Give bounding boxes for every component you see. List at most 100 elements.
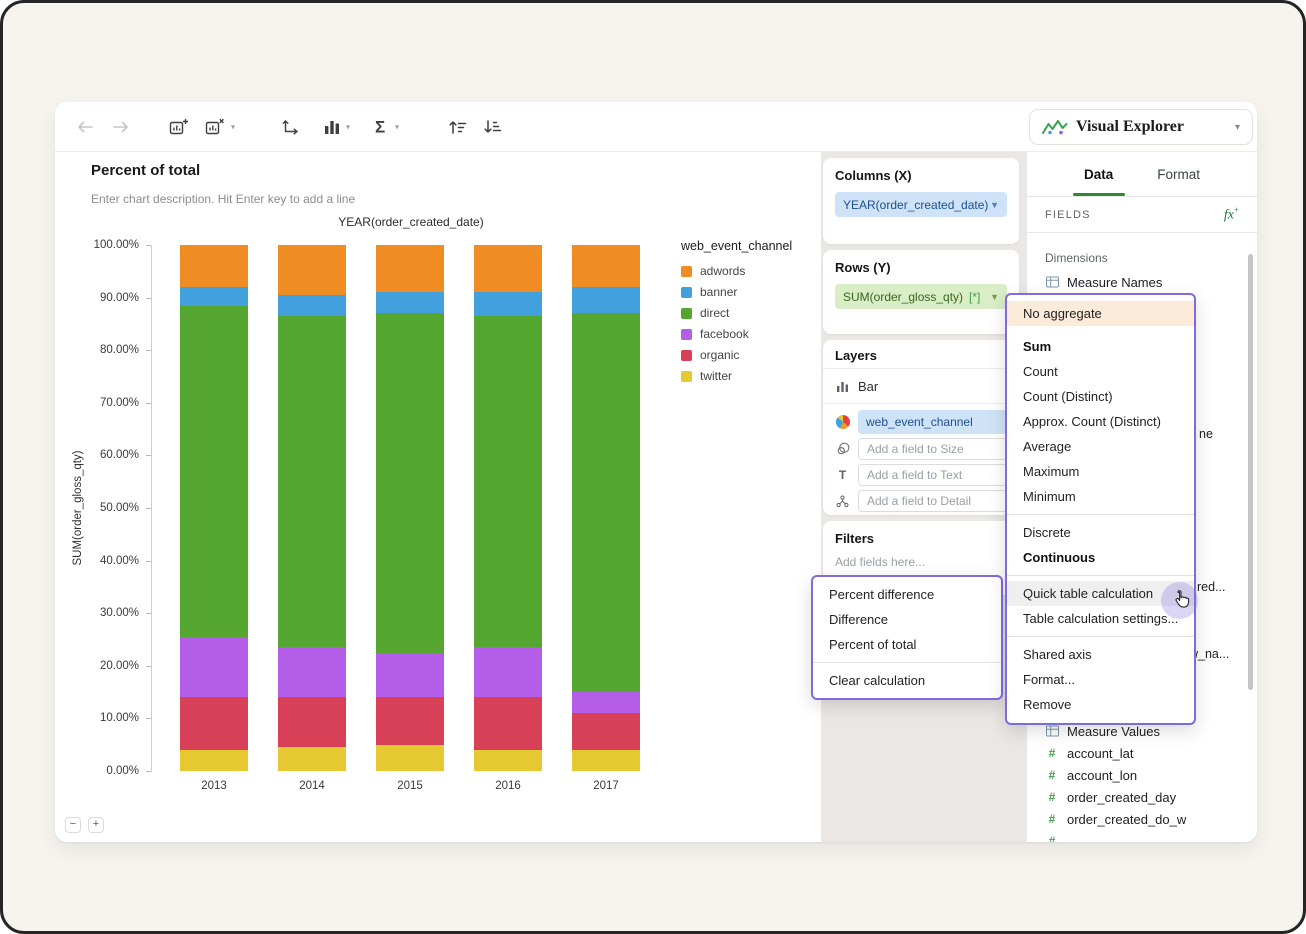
forward-icon[interactable]: [112, 120, 130, 134]
bar-segment-facebook[interactable]: [376, 652, 444, 698]
back-icon[interactable]: [76, 120, 94, 134]
bar-segment-banner[interactable]: [376, 292, 444, 314]
chevron-down-icon[interactable]: ▼: [990, 292, 999, 302]
menu-item-difference[interactable]: Difference: [813, 607, 1001, 632]
zoom-in-button[interactable]: +: [88, 817, 104, 833]
bar-segment-twitter[interactable]: [474, 749, 542, 771]
bar-segment-adwords[interactable]: [180, 245, 248, 288]
legend-item-direct[interactable]: direct: [681, 306, 821, 320]
bar-segment-adwords[interactable]: [278, 245, 346, 295]
chevron-down-icon[interactable]: ▾: [231, 122, 235, 131]
bar-segment-organic[interactable]: [180, 697, 248, 750]
shelf-slot-add-a-field-to-size[interactable]: Add a field to Size: [858, 438, 1007, 460]
chevron-down-icon: ▾: [1234, 121, 1240, 133]
menu-item-sum[interactable]: Sum: [1007, 334, 1194, 359]
menu-item-count-distinct[interactable]: Count (Distinct): [1007, 384, 1194, 409]
legend-item-adwords[interactable]: adwords: [681, 264, 821, 278]
chart-type-icon[interactable]: [324, 120, 340, 134]
menu-item-continuous[interactable]: Continuous: [1007, 545, 1194, 570]
menu-item-shared-axis[interactable]: Shared axis: [1007, 642, 1194, 667]
field-order-created-do-w[interactable]: # order_created_do_w: [1045, 808, 1243, 830]
sort-descending-icon[interactable]: [483, 119, 503, 135]
field-measure-names[interactable]: Measure Names: [1045, 271, 1239, 293]
shelf-slot-add-a-field-to-text[interactable]: Add a field to Text: [858, 464, 1007, 486]
legend-item-twitter[interactable]: twitter: [681, 369, 821, 383]
bar-segment-direct[interactable]: [572, 313, 640, 693]
menu-item-percent-of-total[interactable]: Percent of total: [813, 632, 1001, 657]
chart-description-placeholder[interactable]: Enter chart description. Hit Enter key t…: [91, 192, 355, 206]
bar-segment-adwords[interactable]: [474, 245, 542, 293]
bar-segment-direct[interactable]: [474, 316, 542, 648]
bar-segment-twitter[interactable]: [180, 749, 248, 771]
bar-segment-direct[interactable]: [376, 313, 444, 653]
table-calc-badge: [*]: [969, 289, 981, 304]
field-account-lon[interactable]: # account_lon: [1045, 764, 1243, 786]
sort-ascending-icon[interactable]: [448, 119, 468, 135]
bar-2014: [278, 245, 346, 771]
swap-axes-icon[interactable]: [281, 118, 299, 136]
legend-item-facebook[interactable]: facebook: [681, 327, 821, 341]
bar-segment-organic[interactable]: [376, 697, 444, 745]
bar-segment-facebook[interactable]: [278, 647, 346, 698]
bar-segment-direct[interactable]: [180, 305, 248, 637]
bar-segment-twitter[interactable]: [572, 749, 640, 771]
occluded-field-fragment[interactable]: red...: [1197, 580, 1226, 594]
create-calculation-icon[interactable]: fx+: [1224, 205, 1239, 224]
field-account-lat[interactable]: # account_lat: [1045, 742, 1243, 764]
chevron-down-icon[interactable]: ▾: [395, 122, 399, 131]
bar-segment-adwords[interactable]: [376, 245, 444, 293]
menu-item-no-aggregate[interactable]: No aggregate: [1007, 301, 1194, 326]
columns-pill[interactable]: YEAR(order_created_date) ▼: [835, 192, 1007, 217]
scrollbar[interactable]: [1248, 254, 1253, 690]
aggregate-sigma-icon[interactable]: Σ: [375, 118, 385, 135]
chart-title[interactable]: Percent of total: [91, 162, 200, 179]
menu-item-maximum[interactable]: Maximum: [1007, 459, 1194, 484]
field-order-created-day[interactable]: # order_created_day: [1045, 786, 1243, 808]
menu-item-approx-count-distinct[interactable]: Approx. Count (Distinct): [1007, 409, 1194, 434]
bar-segment-banner[interactable]: [180, 287, 248, 306]
menu-item-clear-calculation[interactable]: Clear calculation: [813, 668, 1001, 693]
color-pill[interactable]: web_event_channel: [858, 410, 1007, 434]
y-tick-label: 80.00%: [99, 344, 139, 357]
layer-type-row[interactable]: Bar: [835, 374, 1007, 398]
remove-chart-icon[interactable]: [205, 118, 225, 136]
bar-segment-banner[interactable]: [474, 292, 542, 317]
bar-segment-organic[interactable]: [278, 697, 346, 748]
visual-explorer-button[interactable]: Visual Explorer ▾: [1029, 109, 1253, 145]
menu-item-average[interactable]: Average: [1007, 434, 1194, 459]
bar-segment-facebook[interactable]: [572, 692, 640, 714]
tab-data[interactable]: Data: [1084, 152, 1113, 196]
legend-item-organic[interactable]: organic: [681, 348, 821, 362]
bar-segment-twitter[interactable]: [278, 747, 346, 771]
bar-segment-organic[interactable]: [474, 697, 542, 750]
bar-segment-twitter[interactable]: [376, 744, 444, 771]
menu-divider: [1007, 514, 1194, 515]
zoom-out-button[interactable]: −: [65, 817, 81, 833]
legend-item-banner[interactable]: banner: [681, 285, 821, 299]
bar-segment-adwords[interactable]: [572, 245, 640, 288]
bar-segment-banner[interactable]: [278, 295, 346, 317]
chevron-down-icon[interactable]: ▼: [990, 200, 999, 210]
menu-item-count[interactable]: Count: [1007, 359, 1194, 384]
shelf-slot-add-a-field-to-detail[interactable]: Add a field to Detail: [858, 490, 1007, 512]
occluded-field-fragment[interactable]: ne: [1199, 427, 1213, 441]
menu-item-remove[interactable]: Remove: [1007, 692, 1194, 717]
legend-swatch: [681, 349, 692, 361]
bar-segment-organic[interactable]: [572, 713, 640, 750]
bar-segment-facebook[interactable]: [180, 636, 248, 698]
dimensions-label: Dimensions: [1045, 251, 1108, 265]
tab-format[interactable]: Format: [1157, 152, 1200, 196]
menu-item-discrete[interactable]: Discrete: [1007, 520, 1194, 545]
bar-segment-banner[interactable]: [572, 287, 640, 314]
menu-item-format[interactable]: Format...: [1007, 667, 1194, 692]
menu-item-minimum[interactable]: Minimum: [1007, 484, 1194, 509]
bar-segment-facebook[interactable]: [474, 647, 542, 698]
duplicate-chart-icon[interactable]: [169, 118, 189, 136]
number-icon: #: [1048, 834, 1056, 842]
menu-item-percent-difference[interactable]: Percent difference: [813, 582, 1001, 607]
chevron-down-icon[interactable]: ▾: [346, 122, 350, 131]
cursor-pointer: [1161, 582, 1198, 619]
filters-placeholder[interactable]: Add fields here...: [835, 555, 1007, 569]
bar-segment-direct[interactable]: [278, 316, 346, 648]
rows-pill[interactable]: SUM(order_gloss_qty) [*] ▼: [835, 284, 1007, 309]
